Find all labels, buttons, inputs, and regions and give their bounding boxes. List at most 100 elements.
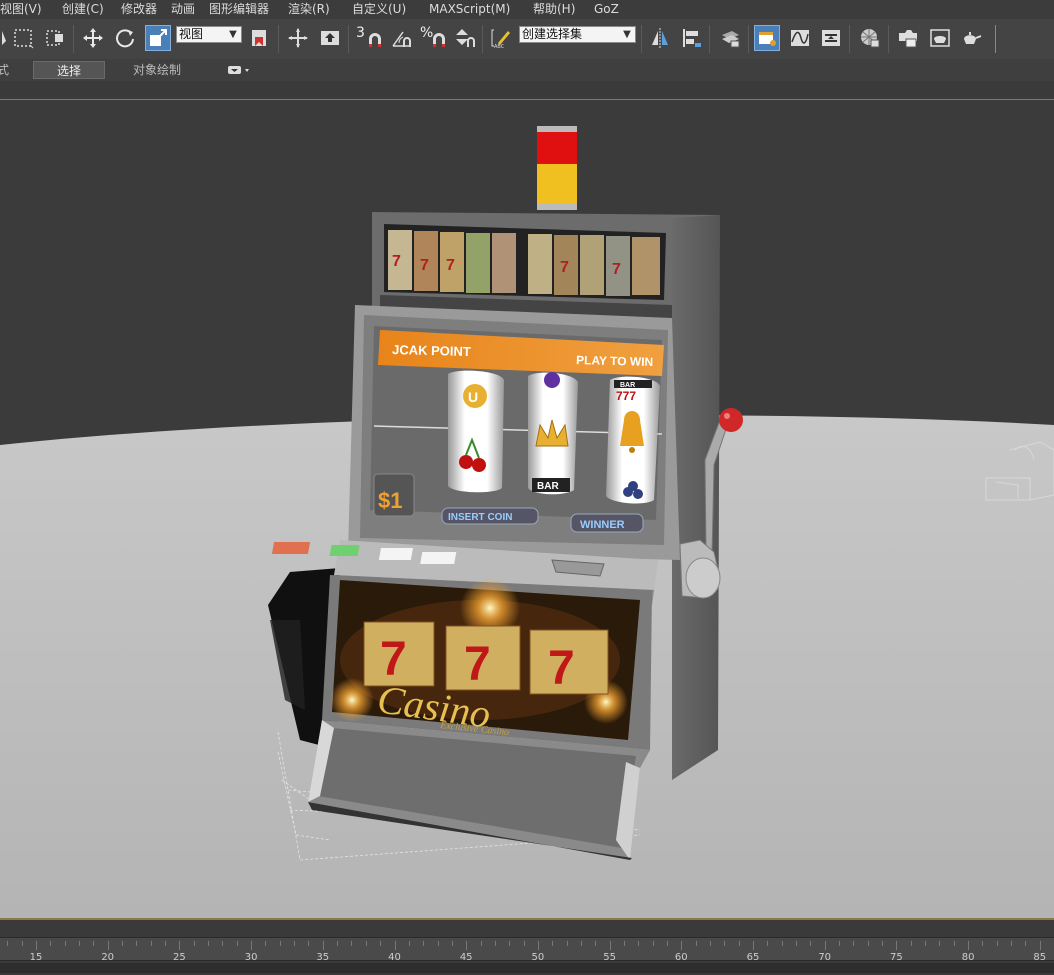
render-setup-icon[interactable]	[895, 25, 921, 51]
timeline-tick	[910, 941, 912, 946]
timeline-frame-label: 50	[531, 952, 545, 963]
ribbon-options-button[interactable]	[228, 64, 250, 76]
timeline-tick	[1011, 941, 1013, 946]
tab-object-paint[interactable]: 对象绘制	[120, 61, 194, 79]
timeline-tick	[953, 941, 955, 946]
timeline-tick	[466, 941, 468, 950]
timeline-tick	[337, 941, 339, 946]
button-white-2	[420, 552, 457, 564]
timeline-tick	[265, 941, 267, 946]
scene-explorer-icon[interactable]	[754, 25, 780, 51]
ribbon-tabs: 式 选择 对象绘制	[0, 59, 1054, 82]
chevron-down-icon: ▼	[623, 29, 631, 40]
align-icon[interactable]	[679, 25, 705, 51]
menu-create[interactable]: 创建(C)	[62, 2, 104, 17]
edit-named-selection-icon[interactable]: ABC	[488, 25, 514, 51]
scene-render: 7 7 7 7 7 JCAK POINT PLAY TO WIN U BAR B…	[0, 126, 1054, 918]
timeline-tick	[107, 941, 109, 950]
timeline-frame-label: 35	[316, 952, 330, 963]
render-icon[interactable]	[958, 25, 984, 51]
menu-animation[interactable]: 动画	[171, 2, 195, 17]
button-white-1	[378, 548, 414, 560]
chevron-down-icon: ▼	[229, 29, 237, 40]
ribbon-panel	[0, 81, 1054, 100]
manipulate-icon[interactable]	[285, 25, 311, 51]
timeline-tick	[996, 941, 998, 946]
timeline-frame-label: 30	[244, 952, 258, 963]
timeline-tick	[509, 941, 511, 946]
timeline-tick	[968, 941, 970, 950]
timeline-tick	[208, 941, 210, 946]
timeline-tick	[810, 941, 812, 946]
timeline-frame-label: 60	[674, 952, 688, 963]
window-crossing-icon[interactable]	[42, 25, 68, 51]
timeline-tick	[136, 941, 138, 946]
timeline-frame-label: 65	[746, 952, 760, 963]
timeline-tick	[365, 941, 367, 946]
timeline-tick	[351, 941, 353, 946]
light-red-cap	[537, 126, 577, 132]
schematic-view-icon[interactable]	[818, 25, 844, 51]
tab-selection[interactable]: 选择	[33, 61, 105, 79]
reference-coordinate-dropdown[interactable]: 视图 ▼	[176, 26, 242, 43]
timeline-tick	[867, 941, 869, 946]
timeline-tick	[451, 941, 453, 946]
percent-snap-icon[interactable]	[426, 25, 452, 51]
keyboard-shortcut-icon[interactable]	[317, 25, 343, 51]
menu-help[interactable]: 帮助(H)	[533, 2, 575, 17]
scale-icon[interactable]	[145, 25, 171, 51]
timeline-tick	[609, 941, 611, 950]
timeline-tick	[724, 941, 726, 946]
timeline-tick	[523, 941, 525, 946]
reel-left: U	[448, 370, 504, 493]
timeline-tick	[839, 941, 841, 946]
timeline-frame-label: 75	[890, 952, 903, 963]
lever-knob	[719, 408, 743, 432]
menu-view[interactable]: 视图(V)	[0, 2, 42, 17]
rendered-frame-icon[interactable]	[927, 25, 953, 51]
seven-3: 7	[548, 642, 575, 695]
spinner-snap-icon[interactable]	[451, 25, 477, 51]
timeline-tick	[753, 941, 754, 950]
timeline-tick	[480, 941, 482, 946]
price-text: $1	[378, 488, 402, 513]
menu-graph-editors[interactable]: 图形编辑器	[209, 2, 269, 17]
timeline-tick	[308, 941, 310, 946]
rotate-icon[interactable]	[112, 25, 138, 51]
tab-modeling-fragment[interactable]: 式	[0, 61, 10, 79]
timeline-tick	[882, 941, 884, 946]
layer-manager-icon[interactable]	[717, 25, 743, 51]
material-editor-icon[interactable]	[857, 25, 883, 51]
named-selection-dropdown[interactable]: 创建选择集 ▼	[519, 26, 636, 43]
menu-modifiers[interactable]: 修改器	[121, 2, 157, 17]
timeline-tick	[595, 941, 597, 946]
menu-maxscript[interactable]: MAXScript(M)	[429, 2, 510, 17]
timeline-tick	[50, 941, 52, 946]
timeline-tick	[681, 941, 683, 950]
mirror-icon[interactable]	[647, 25, 673, 51]
banner-right-text: PLAY TO WIN	[576, 353, 653, 369]
pivot-icon[interactable]	[247, 25, 273, 51]
timeline-tick	[408, 941, 410, 946]
timeline-tick	[79, 941, 81, 946]
move-icon[interactable]	[80, 25, 106, 51]
reference-coordinate-value: 视图	[179, 27, 204, 41]
perspective-viewport[interactable]: 7 7 7 7 7 JCAK POINT PLAY TO WIN U BAR B…	[0, 100, 1054, 918]
named-selection-value: 创建选择集	[522, 27, 583, 41]
timeline-tick	[165, 941, 167, 946]
svg-text:7: 7	[446, 257, 455, 274]
menu-goz[interactable]: GoZ	[594, 2, 619, 17]
menu-rendering[interactable]: 渲染(R)	[288, 2, 330, 17]
timeline-tick	[709, 941, 711, 946]
timeline-tick	[896, 941, 898, 950]
angle-snap-icon[interactable]	[388, 25, 414, 51]
timeline-tick	[796, 941, 798, 946]
curve-editor-icon[interactable]	[787, 25, 813, 51]
timeline-tick	[695, 941, 697, 946]
rect-select-icon[interactable]	[10, 25, 36, 51]
svg-text:U: U	[468, 389, 478, 405]
svg-text:BAR: BAR	[620, 382, 635, 389]
menu-customize[interactable]: 自定义(U)	[352, 2, 406, 17]
timeline-tick	[294, 941, 296, 946]
snap-toggle-icon[interactable]	[362, 25, 388, 51]
